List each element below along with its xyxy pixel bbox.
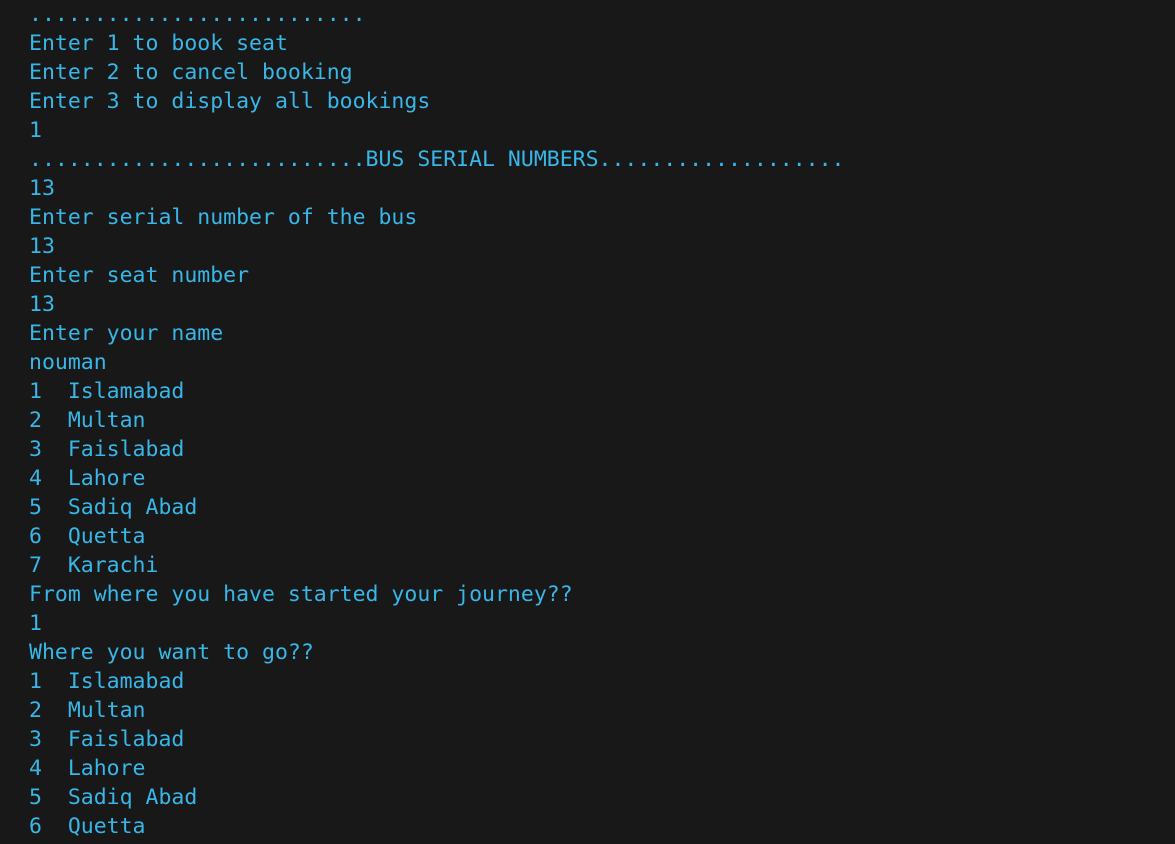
terminal-line-city-option: 1 Islamabad	[29, 379, 185, 404]
terminal-line-bus-serial-value: 13	[29, 176, 55, 201]
terminal-line-city-option: 6 Quetta	[29, 524, 146, 549]
terminal-line-user-input: 1	[29, 118, 42, 143]
terminal-line-menu-option-display: Enter 3 to display all bookings	[29, 89, 431, 114]
terminal-line-user-input: nouman	[29, 350, 107, 375]
terminal-line-city-option: 5 Sadiq Abad	[29, 495, 198, 520]
terminal-line-city-option: 3 Faislabad	[29, 437, 185, 462]
terminal-line-prompt-destination: Where you want to go??	[29, 640, 314, 665]
terminal-line-prompt-seat-number: Enter seat number	[29, 263, 250, 288]
terminal-line-menu-option-cancel: Enter 2 to cancel booking	[29, 60, 353, 85]
terminal-line-city-option: 6 Quetta	[29, 814, 146, 839]
terminal-window[interactable]: .......................... Enter 1 to bo…	[0, 0, 1175, 844]
terminal-line-city-option: 7 Karachi	[29, 553, 159, 578]
terminal-line-user-input: 1	[29, 611, 42, 636]
terminal-line-user-input: 13	[29, 234, 55, 259]
terminal-line-menu-option-book: Enter 1 to book seat	[29, 31, 288, 56]
terminal-line-city-option: 4 Lahore	[29, 466, 146, 491]
terminal-line-city-option: 1 Islamabad	[29, 669, 185, 694]
terminal-line-city-option: 5 Sadiq Abad	[29, 785, 198, 810]
terminal-line-prompt-name: Enter your name	[29, 321, 224, 346]
terminal-output: .......................... Enter 1 to bo…	[29, 0, 844, 841]
terminal-line-city-option: 2 Multan	[29, 698, 146, 723]
terminal-line-city-option: 4 Lahore	[29, 756, 146, 781]
terminal-line-city-option: 3 Faislabad	[29, 727, 185, 752]
terminal-line-bus-serial-header: ..........................BUS SERIAL NUM…	[29, 147, 845, 172]
terminal-line-prompt-bus-serial: Enter serial number of the bus	[29, 205, 418, 230]
terminal-line-prompt-origin: From where you have started your journey…	[29, 582, 573, 607]
terminal-line-city-option: 2 Multan	[29, 408, 146, 433]
terminal-line-separator: ..........................	[29, 2, 366, 27]
terminal-line-user-input: 13	[29, 292, 55, 317]
